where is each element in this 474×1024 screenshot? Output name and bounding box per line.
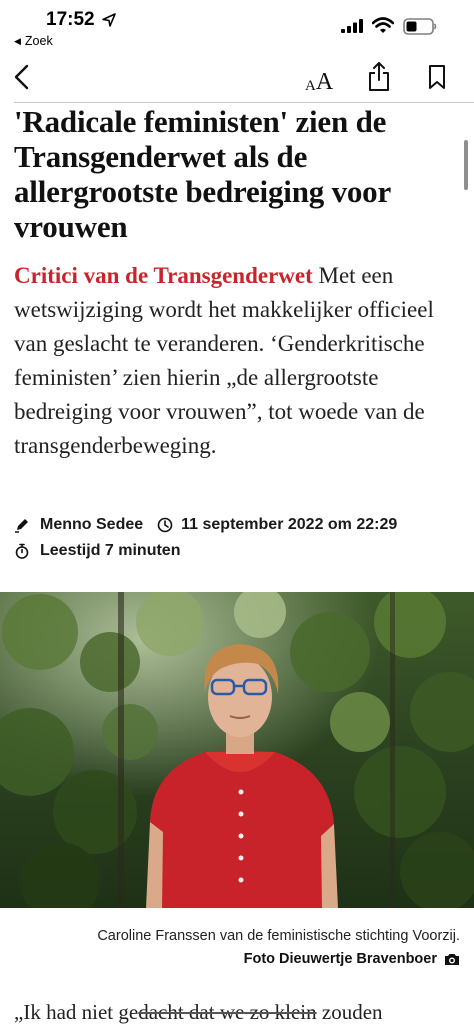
bookmark-icon[interactable] bbox=[428, 64, 446, 90]
article-lead-text: Met een wetswijziging wordt het makkelij… bbox=[14, 263, 434, 458]
share-icon[interactable] bbox=[368, 60, 390, 92]
clock-icon bbox=[157, 517, 173, 533]
byline-row: Menno Sedee 11 september 2022 om 22:29 bbox=[14, 513, 464, 537]
article-body-start: „Ik had niet gedacht dat we zo klein zou… bbox=[14, 997, 466, 1024]
cellular-signal-icon bbox=[341, 19, 363, 33]
portrait-photo-illustration bbox=[0, 592, 474, 908]
photo-credit: Foto Dieuwertje Bravenboer bbox=[14, 948, 460, 970]
pen-icon bbox=[15, 519, 28, 533]
back-triangle-icon: ◀ bbox=[14, 35, 21, 46]
font-size-icon[interactable]: A A bbox=[305, 62, 333, 94]
nav-divider bbox=[14, 102, 474, 103]
back-app-label: Zoek bbox=[24, 34, 53, 48]
photo-credit-text: Foto Dieuwertje Bravenboer bbox=[243, 951, 437, 967]
article-headline: 'Radicale feministen' zien de Transgende… bbox=[14, 104, 391, 244]
status-time: 17:52 bbox=[46, 9, 95, 30]
body-text-strike: dacht dat we zo klein bbox=[138, 1000, 317, 1024]
article-meta: Menno Sedee 11 september 2022 om 22:29 L… bbox=[14, 513, 464, 563]
camera-icon bbox=[445, 954, 459, 965]
publish-date: 11 september 2022 om 22:29 bbox=[181, 516, 398, 533]
back-chevron-icon[interactable] bbox=[12, 64, 32, 90]
reading-time: Leestijd 7 minuten bbox=[40, 542, 181, 559]
article-kicker: Critici van de Transgenderwet bbox=[14, 263, 313, 288]
photo-caption: Caroline Franssen van de feministische s… bbox=[97, 928, 460, 944]
stopwatch-icon bbox=[15, 543, 29, 559]
article-nav-bar: A A bbox=[0, 56, 474, 100]
article-photo[interactable] bbox=[0, 592, 474, 908]
scroll-indicator bbox=[464, 140, 468, 190]
font-size-big-a: A bbox=[315, 69, 334, 95]
author-name[interactable]: Menno Sedee bbox=[40, 516, 143, 534]
font-size-small-a: A bbox=[305, 78, 316, 94]
article-lead: Critici van de Transgenderwet Met een we… bbox=[14, 259, 466, 463]
reading-time-row: Leestijd 7 minuten bbox=[14, 539, 464, 563]
status-bar: 17:52 ◀ Zoek bbox=[0, 0, 474, 52]
back-to-app-link[interactable]: ◀ Zoek bbox=[14, 34, 53, 48]
location-arrow-icon bbox=[102, 13, 116, 27]
body-text-a: „Ik had niet ge bbox=[14, 1000, 139, 1024]
body-text-b: zouden bbox=[316, 1000, 383, 1024]
wifi-icon bbox=[372, 17, 394, 33]
battery-icon bbox=[403, 18, 437, 35]
